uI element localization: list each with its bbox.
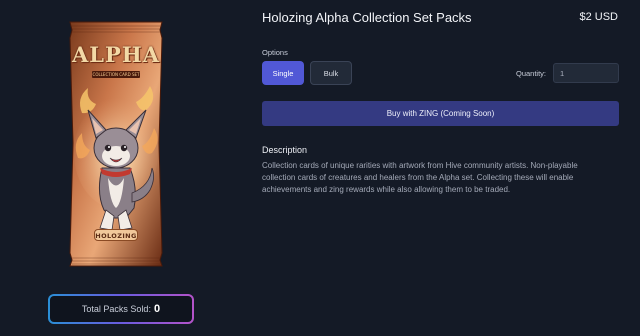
options-label: Options: [262, 48, 288, 57]
quantity-input[interactable]: [553, 63, 619, 83]
quantity-label: Quantity:: [516, 69, 547, 78]
option-single-button[interactable]: Single: [262, 61, 304, 85]
buy-with-zing-button[interactable]: Buy with ZING (Coming Soon): [262, 101, 619, 126]
description-text: Collection cards of unique rarities with…: [262, 161, 578, 194]
pack-image: ALPHA COLLECTION CARD SET HOLOZING: [66, 18, 166, 268]
total-sold-count: 0: [153, 303, 161, 315]
option-bulk-button[interactable]: Bulk: [310, 61, 352, 85]
total-sold-inner: Total Packs Sold: 0: [50, 296, 192, 322]
product-price: $2 USD: [579, 11, 618, 23]
total-sold-label: Total Packs Sold:: [81, 304, 151, 314]
pack-subtitle: COLLECTION CARD SET: [92, 71, 140, 78]
total-sold-box: Total Packs Sold: 0: [48, 294, 194, 324]
pack-logo: HOLOZING: [94, 229, 138, 241]
description-title: Description: [262, 145, 308, 155]
pack-title: ALPHA: [72, 42, 160, 67]
product-title: Holozing Alpha Collection Set Packs: [262, 10, 472, 25]
